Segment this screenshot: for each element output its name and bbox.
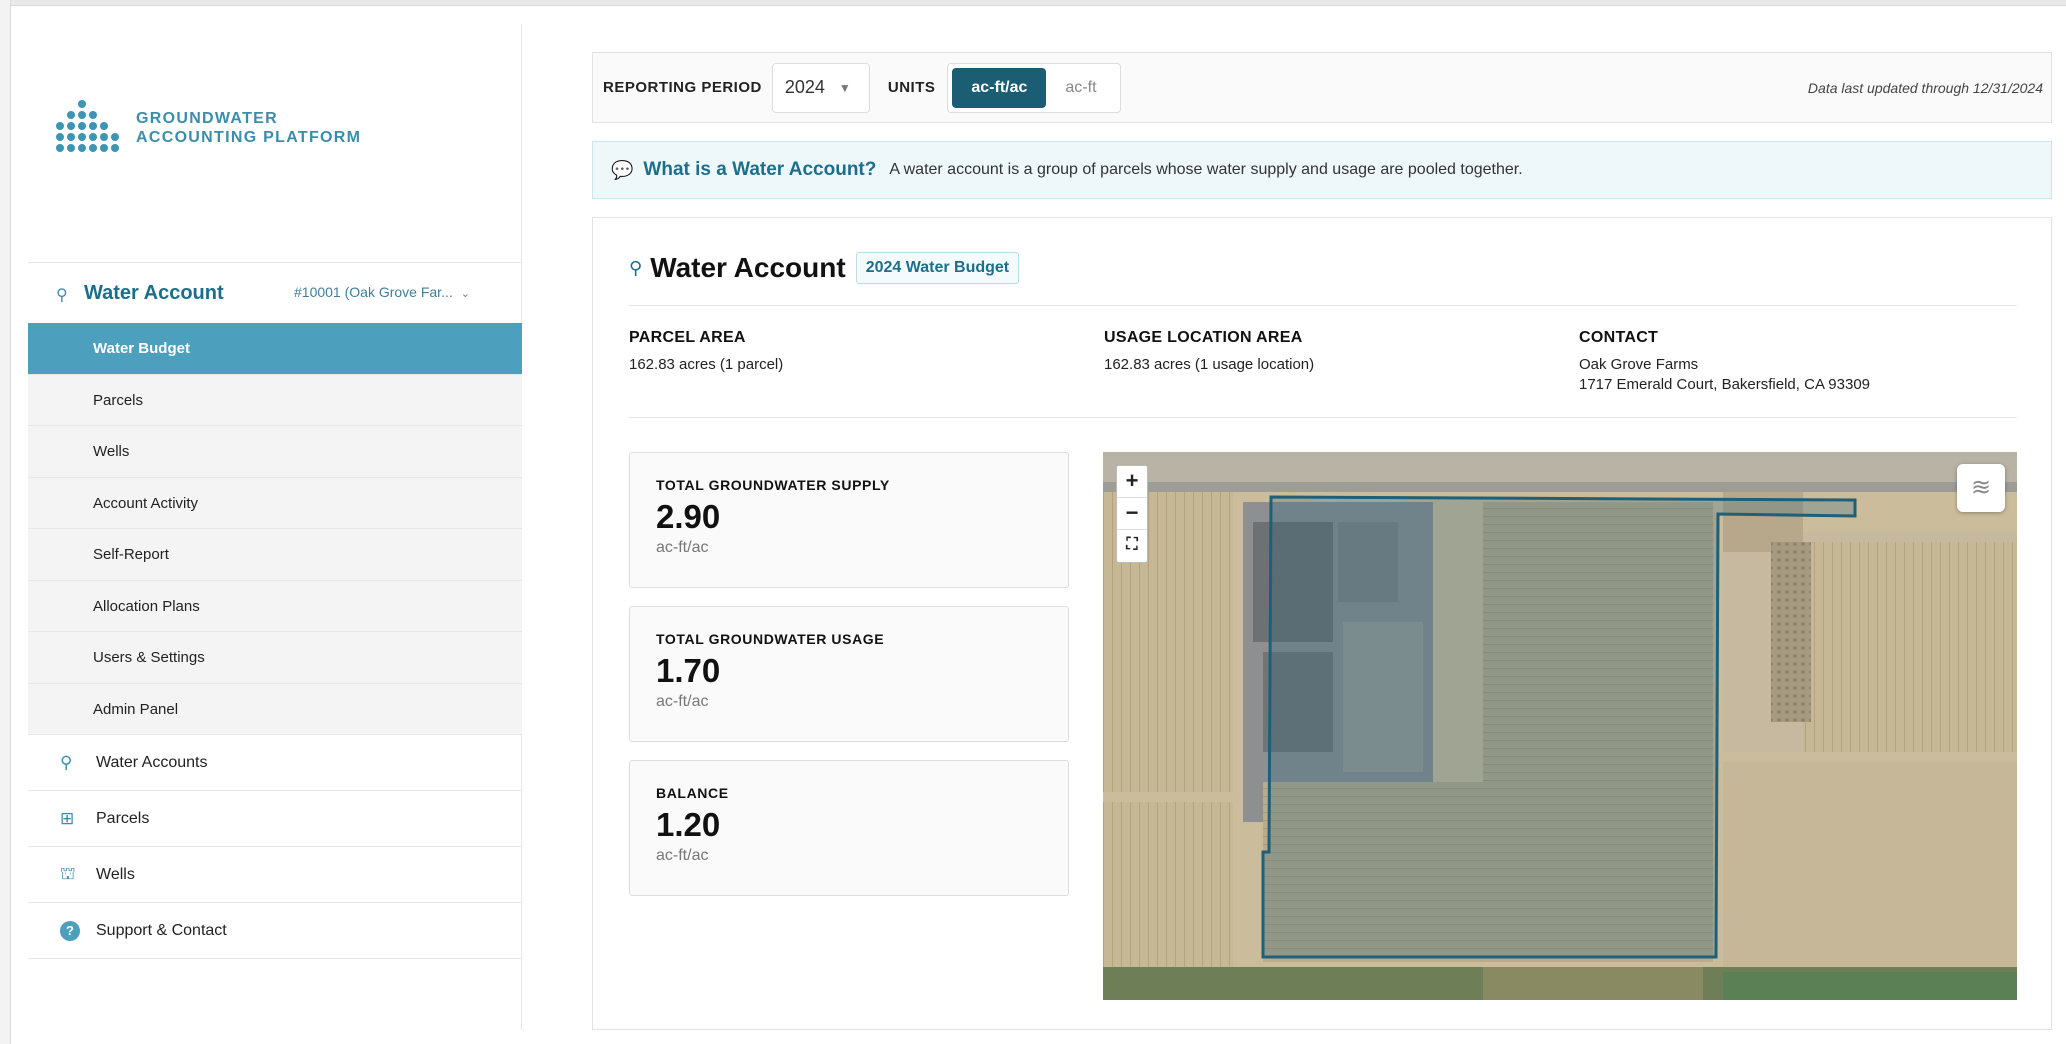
nav-item-label: Support & Contact — [96, 921, 227, 939]
water-account-icon: ⚲ — [60, 752, 73, 772]
stat-value: 2.90 — [656, 498, 721, 535]
stat-unit: ac-ft/ac — [656, 693, 709, 710]
info-question: What is a Water Account? — [643, 159, 877, 180]
sidebar: GROUNDWATER ACCOUNTING PLATFORM ⚲ Water … — [28, 24, 522, 1030]
year-select-value: 2024 — [784, 77, 825, 97]
reporting-toolbar: REPORTING PERIOD 2024 ▼ UNITS ac-ft/ac a… — [592, 52, 2052, 123]
subnav-item-admin-panel[interactable]: Admin Panel — [28, 683, 522, 735]
fullscreen-button[interactable]: ⛶ — [1117, 530, 1147, 562]
nav-item-water-accounts[interactable]: ⚲ Water Accounts — [28, 735, 522, 791]
satellite-imagery — [1103, 452, 2017, 1000]
divider — [629, 305, 2017, 306]
water-account-card: ⚲ Water Account 2024 Water Budget PARCEL… — [592, 217, 2052, 1030]
account-selector-value: #10001 (Oak Grove Far... — [294, 284, 453, 300]
nav-item-label: Wells — [96, 865, 135, 883]
account-subnav: Water Budget Parcels Wells Account Activ… — [28, 323, 522, 735]
account-selector[interactable]: #10001 (Oak Grove Far... ⌄ — [294, 284, 470, 300]
page-title: Water Account — [650, 252, 846, 283]
units-label: UNITS — [887, 79, 936, 96]
units-toggle: ac-ft/ac ac-ft — [947, 62, 1121, 113]
subnav-item-users-settings[interactable]: Users & Settings — [28, 632, 522, 684]
usage-area-label: USAGE LOCATION AREA — [1104, 329, 1303, 346]
contact-label: CONTACT — [1579, 329, 1659, 346]
nav-item-label: Water Accounts — [96, 753, 208, 771]
water-budget-badge: 2024 Water Budget — [855, 252, 1020, 284]
water-account-title: Water Account — [84, 282, 224, 304]
parcel-area-label: PARCEL AREA — [629, 329, 746, 346]
data-updated-text: Data last updated through 12/31/2024 — [1807, 79, 2043, 96]
chevron-down-icon: ⌄ — [460, 288, 470, 300]
stat-value: 1.70 — [656, 652, 721, 689]
usage-location-area: USAGE LOCATION AREA 162.83 acres (1 usag… — [1104, 329, 1314, 375]
logo-text: GROUNDWATER ACCOUNTING PLATFORM — [136, 109, 361, 147]
zoom-in-button[interactable]: + — [1117, 466, 1147, 498]
nav-item-support-contact[interactable]: ? Support & Contact — [28, 903, 522, 959]
map-zoom-controls: + − ⛶ — [1116, 465, 1148, 563]
stat-label: TOTAL GROUNDWATER USAGE — [656, 631, 885, 647]
info-banner: 💬 What is a Water Account? A water accou… — [592, 141, 2052, 199]
water-account-icon: ⚲ — [629, 257, 643, 278]
parcel-area-value: 162.83 acres (1 parcel) — [629, 356, 784, 373]
stat-value: 1.20 — [656, 806, 721, 843]
unit-option-ac-ft-per-ac[interactable]: ac-ft/ac — [952, 67, 1047, 108]
total-usage-stat: TOTAL GROUNDWATER USAGE 1.70 ac-ft/ac — [629, 606, 1069, 742]
total-supply-stat: TOTAL GROUNDWATER SUPPLY 2.90 ac-ft/ac — [629, 452, 1069, 588]
logo[interactable]: GROUNDWATER ACCOUNTING PLATFORM — [56, 100, 361, 155]
window-frame-top — [0, 0, 2066, 6]
divider — [629, 417, 2017, 418]
zoom-out-button[interactable]: − — [1117, 498, 1147, 530]
main-nav: ⚲ Water Accounts ⊞ Parcels ⛫ Wells ? Sup… — [28, 735, 522, 959]
nav-item-wells[interactable]: ⛫ Wells — [28, 847, 522, 903]
stat-unit: ac-ft/ac — [656, 847, 709, 864]
logo-mark-icon — [56, 100, 122, 155]
logo-line-2: ACCOUNTING PLATFORM — [136, 128, 362, 146]
layers-icon[interactable]: ≋ — [1957, 464, 2005, 512]
stat-label: TOTAL GROUNDWATER SUPPLY — [656, 477, 890, 493]
subnav-item-self-report[interactable]: Self-Report — [28, 529, 522, 581]
usage-area-value: 162.83 acres (1 usage location) — [1104, 356, 1315, 373]
stat-label: BALANCE — [656, 785, 729, 801]
reporting-period-label: REPORTING PERIOD — [603, 79, 762, 96]
caret-down-icon: ▼ — [838, 80, 851, 95]
contact-name: Oak Grove Farms — [1579, 356, 1699, 373]
parcel-area: PARCEL AREA 162.83 acres (1 parcel) — [629, 329, 783, 375]
info-description: A water account is a group of parcels wh… — [889, 161, 1523, 178]
card-title: ⚲ Water Account 2024 Water Budget — [629, 252, 1020, 284]
speech-bubble-icon: 💬 — [611, 159, 634, 180]
nav-item-parcels[interactable]: ⊞ Parcels — [28, 791, 522, 847]
water-account-icon: ⚲ — [56, 286, 68, 304]
contact-address: 1717 Emerald Court, Bakersfield, CA 9330… — [1579, 376, 1870, 393]
stat-unit: ac-ft/ac — [656, 539, 709, 556]
subnav-item-account-activity[interactable]: Account Activity — [28, 477, 522, 529]
year-select[interactable]: 2024 ▼ — [771, 62, 870, 113]
parcel-map[interactable]: + − ⛶ ≋ — [1103, 452, 2017, 1000]
nav-item-label: Parcels — [96, 809, 150, 827]
well-icon: ⛫ — [60, 863, 76, 883]
balance-stat: BALANCE 1.20 ac-ft/ac — [629, 760, 1069, 896]
water-account-header: ⚲ Water Account #10001 (Oak Grove Far...… — [28, 262, 522, 324]
subnav-item-allocation-plans[interactable]: Allocation Plans — [28, 580, 522, 632]
logo-line-1: GROUNDWATER — [136, 109, 278, 127]
subnav-item-parcels[interactable]: Parcels — [28, 374, 522, 426]
window-frame-left — [0, 0, 11, 1044]
help-icon: ? — [60, 920, 86, 941]
contact: CONTACT Oak Grove Farms 1717 Emerald Cou… — [1579, 329, 1870, 395]
subnav-item-water-budget[interactable]: Water Budget — [28, 323, 522, 375]
contact-details: Oak Grove Farms 1717 Emerald Court, Bake… — [1579, 355, 1870, 395]
subnav-item-wells[interactable]: Wells — [28, 426, 522, 478]
grid-icon: ⊞ — [60, 808, 75, 828]
unit-option-ac-ft[interactable]: ac-ft — [1046, 68, 1115, 108]
